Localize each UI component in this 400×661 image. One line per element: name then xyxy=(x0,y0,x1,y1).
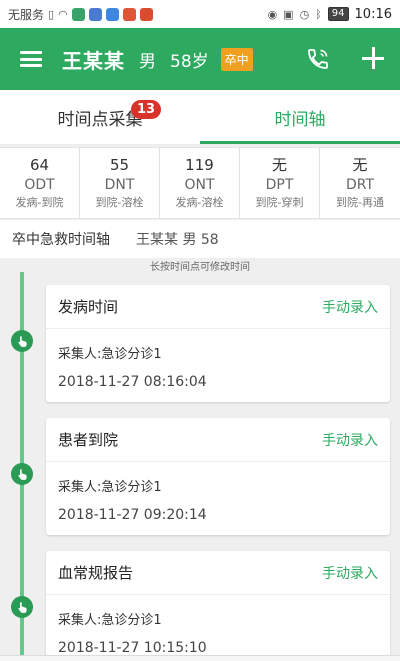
app-notification-icon xyxy=(105,7,119,21)
nfc-icon: ▣ xyxy=(283,7,294,21)
metric-value: 119 xyxy=(185,156,214,174)
patient-name: 王某某 xyxy=(62,48,125,73)
metric-abbr: ODT xyxy=(24,177,55,193)
status-right: ◉ ▣ ◷ ᛒ 94 10:16 xyxy=(268,7,392,22)
alarm-icon: ◷ xyxy=(299,7,310,21)
event-collector: 采集人:急诊分诊1 xyxy=(58,347,162,362)
card-header: 患者到院 手动录入 xyxy=(46,418,390,462)
metric-abbr: ONT xyxy=(184,177,215,193)
timeline-patient: 王某某 男 58 xyxy=(136,232,219,248)
timeline-hint: 长按时间点可修改时间 xyxy=(150,262,250,273)
metric-value: 55 xyxy=(109,156,130,174)
status-left: 无服务 ▯ ◠ xyxy=(8,6,153,23)
manual-entry-button[interactable]: 手动录入 xyxy=(322,563,378,583)
manual-entry-button[interactable]: 手动录入 xyxy=(322,430,378,450)
event-collector: 采集人:急诊分诊1 xyxy=(58,480,162,495)
card-header: 发病时间 手动录入 xyxy=(46,285,390,329)
timeline-dot[interactable] xyxy=(11,330,33,352)
timeline-event-card[interactable]: 血常规报告 手动录入 采集人:急诊分诊1 2018-11-27 10:15:10 xyxy=(46,551,390,661)
metric-ont: 119 ONT 发病-溶栓 xyxy=(160,148,240,218)
metric-abbr: DNT xyxy=(104,177,135,193)
tab-time-point-collection[interactable]: 时间点采集 13 xyxy=(0,90,200,144)
tab-label: 时间点采集 xyxy=(57,109,143,130)
timeline-dot[interactable] xyxy=(11,463,33,485)
app-notification-icon xyxy=(139,7,153,21)
event-title: 发病时间 xyxy=(58,298,119,316)
metric-value: 64 xyxy=(29,156,50,174)
metric-desc: 到院-溶栓 xyxy=(95,196,144,209)
timeline-dot[interactable] xyxy=(11,596,33,618)
manual-entry-button[interactable]: 手动录入 xyxy=(322,297,378,317)
pending-count-badge: 13 xyxy=(131,100,162,119)
stroke-type-badge: 卒中 xyxy=(220,47,253,71)
battery-icon: 94 xyxy=(327,7,349,21)
bluetooth-icon: ᛒ xyxy=(315,7,322,21)
metric-desc: 到院-穿刺 xyxy=(255,196,304,209)
wifi-icon: ◠ xyxy=(58,7,68,21)
timeline-event-card[interactable]: 患者到院 手动录入 采集人:急诊分诊1 2018-11-27 09:20:14 xyxy=(46,418,390,535)
status-bar: 无服务 ▯ ◠ ◉ ▣ ◷ ᛒ 94 10:16 xyxy=(0,0,400,28)
app-bar: 王某某 男 58岁 卒中 xyxy=(0,28,400,90)
timeline-event-card[interactable]: 发病时间 手动录入 采集人:急诊分诊1 2018-11-27 08:16:04 xyxy=(46,285,390,402)
hand-pointer-icon xyxy=(17,468,27,480)
patient-gender: 男 xyxy=(139,51,156,72)
metric-value: 无 xyxy=(271,156,287,174)
event-title: 患者到院 xyxy=(58,431,119,449)
hand-pointer-icon xyxy=(17,335,27,347)
phone-icon[interactable] xyxy=(306,47,330,71)
event-time: 2018-11-27 08:16:04 xyxy=(58,374,207,390)
hand-pointer-icon xyxy=(17,601,27,613)
bottom-navigation xyxy=(0,655,400,661)
sim-icon: ▯ xyxy=(48,7,55,21)
app-notification-icon xyxy=(88,7,102,21)
metrics-row: 64 ODT 发病-到院 55 DNT 到院-溶栓 119 ONT 发病-溶栓 … xyxy=(0,147,400,219)
carrier-text: 无服务 xyxy=(8,7,45,22)
metric-odt: 64 ODT 发病-到院 xyxy=(0,148,80,218)
add-icon[interactable] xyxy=(360,45,386,71)
tab-timeline[interactable]: 时间轴 xyxy=(200,90,400,144)
metric-dpt: 无 DPT 到院-穿刺 xyxy=(240,148,320,218)
metric-value: 无 xyxy=(352,156,368,174)
event-collector: 采集人:急诊分诊1 xyxy=(58,613,162,628)
patient-age: 58岁 xyxy=(170,51,209,72)
metric-abbr: DPT xyxy=(265,177,294,193)
card-header: 血常规报告 手动录入 xyxy=(46,551,390,595)
eye-icon: ◉ xyxy=(267,7,278,21)
menu-icon[interactable] xyxy=(20,51,42,67)
app-notification-icon xyxy=(71,7,85,21)
metric-dnt: 55 DNT 到院-溶栓 xyxy=(80,148,160,218)
status-time: 10:16 xyxy=(354,6,392,22)
tab-label: 时间轴 xyxy=(274,109,326,130)
metric-abbr: DRT xyxy=(345,177,375,193)
metric-desc: 发病-到院 xyxy=(15,196,64,209)
event-title: 血常规报告 xyxy=(58,564,134,582)
app-notification-icon xyxy=(122,7,136,21)
tab-bar: 时间点采集 13 时间轴 xyxy=(0,90,400,144)
timeline-title: 卒中急救时间轴 xyxy=(12,232,110,248)
metric-drt: 无 DRT 到院-再通 xyxy=(320,148,400,218)
event-time: 2018-11-27 09:20:14 xyxy=(58,507,207,523)
timeline-header: 卒中急救时间轴 王某某 男 58 xyxy=(0,220,400,258)
metric-desc: 发病-溶栓 xyxy=(175,196,224,209)
metric-desc: 到院-再通 xyxy=(336,196,384,209)
